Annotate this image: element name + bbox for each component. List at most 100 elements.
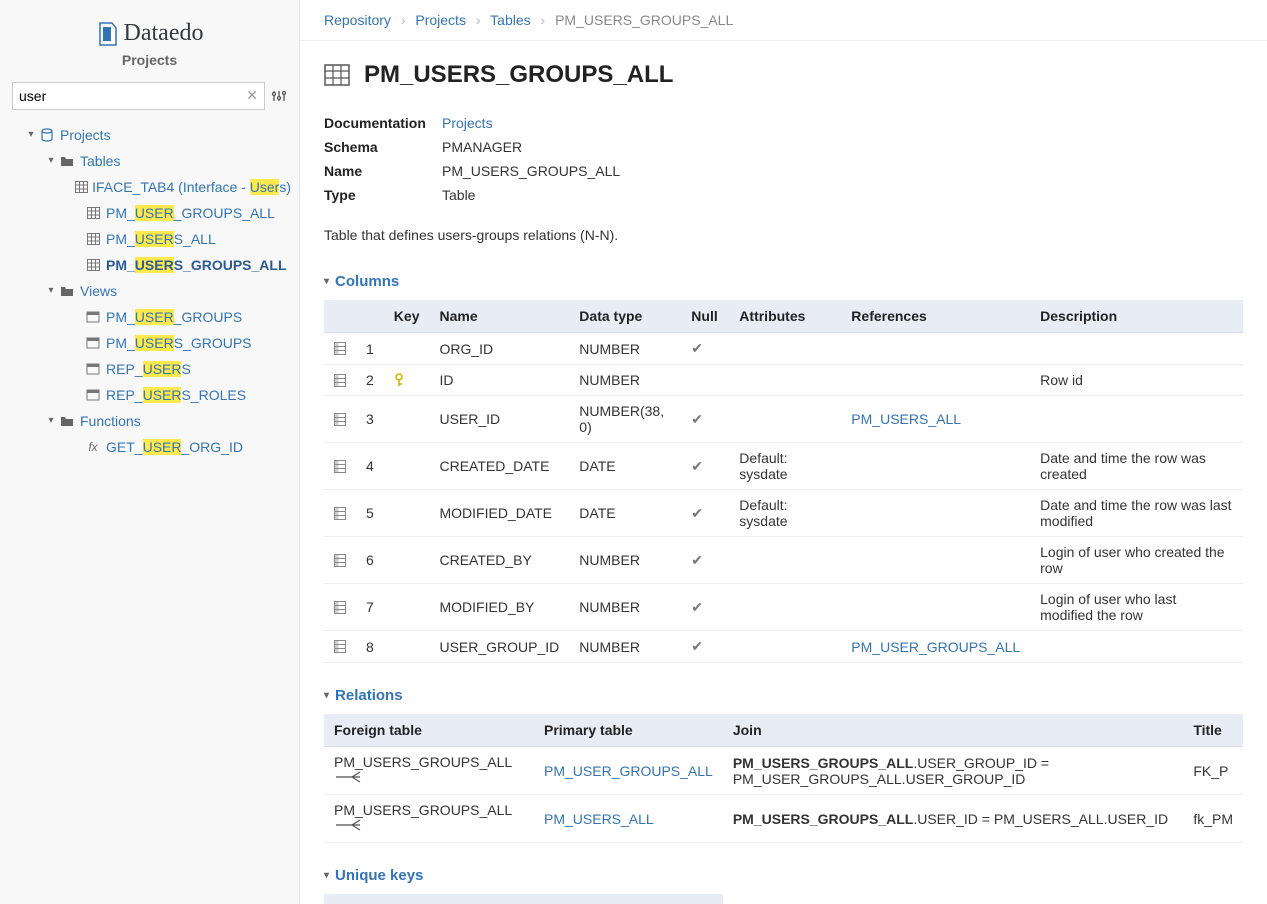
- table-row[interactable]: 3USER_IDNUMBER(38, 0)✔PM_USERS_ALL: [324, 396, 1243, 443]
- meta-value: PM_USERS_GROUPS_ALL: [442, 163, 620, 179]
- tree-item[interactable]: PM_USER_GROUPS_ALL: [8, 200, 291, 226]
- column-number: 7: [356, 584, 384, 631]
- column-key: [384, 365, 430, 396]
- check-icon: ✔: [691, 458, 703, 474]
- column-type: DATE: [569, 443, 681, 490]
- caret-icon[interactable]: ▾: [24, 129, 38, 140]
- caret-icon: ▾: [324, 276, 329, 287]
- logo-icon: [96, 21, 118, 47]
- breadcrumb-link[interactable]: Projects: [415, 12, 466, 28]
- folder-icon: [58, 415, 76, 427]
- section-columns-header[interactable]: ▾ Columns: [324, 273, 1243, 290]
- table-row[interactable]: 1ORG_IDNUMBER✔: [324, 333, 1243, 365]
- section-uniquekeys-header[interactable]: ▾ Unique keys: [324, 867, 1243, 884]
- caret-icon[interactable]: ▾: [44, 155, 58, 166]
- key-icon: [394, 373, 420, 387]
- reference-link[interactable]: PM_USERS_ALL: [851, 411, 961, 427]
- relation-icon: [334, 818, 362, 832]
- tree-item[interactable]: PM_USER_GROUPS: [8, 304, 291, 330]
- th-foreign: Foreign table: [324, 714, 534, 747]
- folder-icon: [58, 285, 76, 297]
- logo-text: Dataedo: [124, 20, 204, 47]
- column-ref: [841, 443, 1030, 490]
- th-icon: [324, 300, 356, 333]
- tree-item[interactable]: fxGET_USER_ORG_ID: [8, 434, 291, 460]
- search-box[interactable]: ✕: [12, 82, 265, 110]
- column-null: ✔: [681, 333, 729, 365]
- column-icon: [324, 490, 356, 537]
- tree-root[interactable]: ▾ Projects: [8, 122, 291, 148]
- breadcrumb-link[interactable]: Tables: [490, 12, 530, 28]
- search-input[interactable]: [19, 88, 246, 104]
- table-row[interactable]: 5MODIFIED_DATEDATE✔Default: sysdateDate …: [324, 490, 1243, 537]
- meta-table: DocumentationProjects SchemaPMANAGER Nam…: [324, 111, 1243, 207]
- tree-folder-tables[interactable]: ▾ Tables: [8, 148, 291, 174]
- tree-folder-functions[interactable]: ▾ Functions: [8, 408, 291, 434]
- uniquekeys-table: Key name Columns Description PK_PM_USERS…: [324, 894, 723, 904]
- main-content: Repository › Projects › Tables › PM_USER…: [300, 0, 1267, 904]
- table-icon: [324, 64, 350, 86]
- column-type: NUMBER: [569, 333, 681, 365]
- filter-icon[interactable]: [271, 88, 287, 104]
- table-row[interactable]: PM_USERS_GROUPS_ALL PM_USERS_ALLPM_USERS…: [324, 795, 1243, 843]
- column-name: USER_ID: [429, 396, 569, 443]
- column-ref: [841, 365, 1030, 396]
- tree-item[interactable]: PM_USERS_GROUPS_ALL: [8, 252, 291, 278]
- column-key: [384, 490, 430, 537]
- table-row[interactable]: 4CREATED_DATEDATE✔Default: sysdateDate a…: [324, 443, 1243, 490]
- meta-value: Table: [442, 187, 475, 203]
- column-type: NUMBER: [569, 365, 681, 396]
- column-null: ✔: [681, 490, 729, 537]
- table-row[interactable]: 7MODIFIED_BYNUMBER✔Login of user who las…: [324, 584, 1243, 631]
- caret-icon: ▾: [324, 690, 329, 701]
- table-row[interactable]: 2IDNUMBERRow id: [324, 365, 1243, 396]
- relation-join: PM_USERS_GROUPS_ALL.USER_ID = PM_USERS_A…: [723, 795, 1183, 843]
- column-name: ID: [429, 365, 569, 396]
- reference-link[interactable]: PM_USER_GROUPS_ALL: [851, 639, 1020, 655]
- meta-value: PMANAGER: [442, 139, 522, 155]
- check-icon: ✔: [691, 599, 703, 615]
- meta-key: Documentation: [324, 115, 442, 131]
- column-desc: [1030, 631, 1243, 663]
- table-row[interactable]: 8USER_GROUP_IDNUMBER✔PM_USER_GROUPS_ALL: [324, 631, 1243, 663]
- column-desc: Login of user who last modified the row: [1030, 584, 1243, 631]
- th-primary: Primary table: [534, 714, 723, 747]
- column-name: CREATED_DATE: [429, 443, 569, 490]
- table-row[interactable]: 6CREATED_BYNUMBER✔Login of user who crea…: [324, 537, 1243, 584]
- column-desc: Login of user who created the row: [1030, 537, 1243, 584]
- tree-item[interactable]: REP_USERS: [8, 356, 291, 382]
- tree-item[interactable]: PM_USERS_ALL: [8, 226, 291, 252]
- check-icon: ✔: [691, 638, 703, 654]
- primary-table-link[interactable]: PM_USERS_ALL: [544, 811, 654, 827]
- column-null: [681, 365, 729, 396]
- tree-folder-views[interactable]: ▾ Views: [8, 278, 291, 304]
- tree-label: PM_USERS_GROUPS: [106, 335, 252, 351]
- column-key: [384, 631, 430, 663]
- th-ref: References: [841, 300, 1030, 333]
- th-cols: Columns: [546, 894, 626, 904]
- section-relations-header[interactable]: ▾ Relations: [324, 687, 1243, 704]
- tree-item[interactable]: PM_USERS_GROUPS: [8, 330, 291, 356]
- th-keyname: Key name: [354, 894, 546, 904]
- caret-icon[interactable]: ▾: [44, 415, 58, 426]
- meta-link[interactable]: Projects: [442, 115, 493, 131]
- column-desc: [1030, 396, 1243, 443]
- column-icon: [324, 396, 356, 443]
- table-row[interactable]: PM_USERS_GROUPS_ALL PM_USER_GROUPS_ALLPM…: [324, 747, 1243, 795]
- primary-table-link[interactable]: PM_USER_GROUPS_ALL: [544, 763, 713, 779]
- th-title: Title: [1183, 714, 1243, 747]
- breadcrumb: Repository › Projects › Tables › PM_USER…: [300, 0, 1267, 41]
- column-number: 3: [356, 396, 384, 443]
- tree-label: PM_USER_GROUPS: [106, 309, 242, 325]
- meta-key: Schema: [324, 139, 442, 155]
- tree-item[interactable]: IFACE_TAB4 (Interface - Users): [8, 174, 291, 200]
- column-key: [384, 584, 430, 631]
- table-icon: [84, 207, 102, 219]
- th-key: Key: [384, 300, 430, 333]
- caret-icon[interactable]: ▾: [44, 285, 58, 296]
- meta-key: Type: [324, 187, 442, 203]
- nav-tree: ▾ Projects ▾ Tables IFACE_TAB4 (Interfac…: [0, 120, 299, 904]
- breadcrumb-link[interactable]: Repository: [324, 12, 391, 28]
- clear-icon[interactable]: ✕: [246, 87, 258, 104]
- tree-item[interactable]: REP_USERS_ROLES: [8, 382, 291, 408]
